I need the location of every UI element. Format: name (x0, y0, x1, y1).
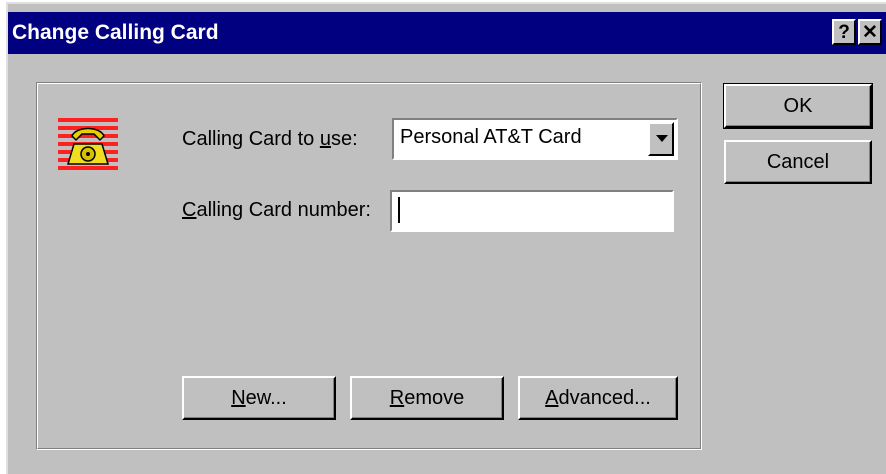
calling-card-number-label: Calling Card number: (182, 199, 371, 221)
close-button[interactable]: ✕ (858, 19, 882, 45)
advanced-button[interactable]: Advanced... (518, 376, 678, 420)
telephone-icon (58, 118, 118, 170)
help-button[interactable]: ? (832, 19, 856, 45)
calling-card-select[interactable]: Personal AT&T Card (391, 117, 679, 161)
calling-card-select-value: Personal AT&T Card (400, 126, 582, 148)
ok-button[interactable]: OK (723, 83, 873, 129)
chevron-down-icon[interactable] (648, 122, 674, 156)
change-calling-card-dialog: Change Calling Card ? ✕ Calling Card to … (6, 2, 886, 474)
calling-card-number-input[interactable] (390, 190, 674, 232)
dialog-title: Change Calling Card (12, 21, 219, 44)
title-bar[interactable]: Change Calling Card ? ✕ (8, 12, 886, 54)
calling-card-label: Calling Card to use: (182, 128, 358, 150)
new-button[interactable]: New... (182, 376, 336, 420)
cancel-button[interactable]: Cancel (724, 140, 872, 184)
text-caret (398, 197, 400, 223)
remove-button[interactable]: Remove (350, 376, 504, 420)
